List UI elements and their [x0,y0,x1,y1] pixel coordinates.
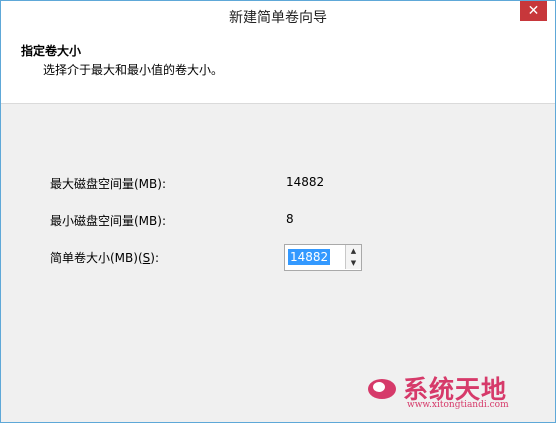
watermark: 系统天地 www.xitongtiandi.com [367,368,542,414]
page-title: 指定卷大小 [21,44,82,58]
volume-size-label: 简单卷大小(MB)(S): [50,249,159,266]
volume-size-label-prefix: 简单卷大小(MB)( [50,251,143,265]
volume-size-input[interactable]: 14882 [288,249,331,265]
min-space-label: 最小磁盘空间量(MB): [50,214,166,228]
spin-down-icon[interactable]: ▼ [345,257,361,269]
close-icon[interactable]: ✕ [520,1,547,21]
window-title: 新建简单卷向导 [229,10,327,26]
page-subtitle: 选择介于最大和最小值的卷大小。 [43,63,224,77]
max-space-value: 14882 [286,175,325,189]
min-space-value: 8 [286,212,294,226]
wizard-body: 最大磁盘空间量(MB): 14882 最小磁盘空间量(MB): 8 简单卷大小(… [1,104,555,422]
volume-size-label-suffix: ): [150,251,159,265]
watermark-url: www.xitongtiandi.com [407,400,509,410]
max-space-label: 最大磁盘空间量(MB): [50,177,166,191]
wizard-window: 新建简单卷向导 ✕ 指定卷大小 选择介于最大和最小值的卷大小。 最大磁盘空间量(… [0,0,556,423]
volume-size-stepper[interactable]: 14882 ▲ ▼ [284,244,362,271]
watermark-logo-icon [368,379,396,399]
title-bar: 新建简单卷向导 ✕ [1,1,555,31]
wizard-header: 指定卷大小 选择介于最大和最小值的卷大小。 [1,31,555,104]
